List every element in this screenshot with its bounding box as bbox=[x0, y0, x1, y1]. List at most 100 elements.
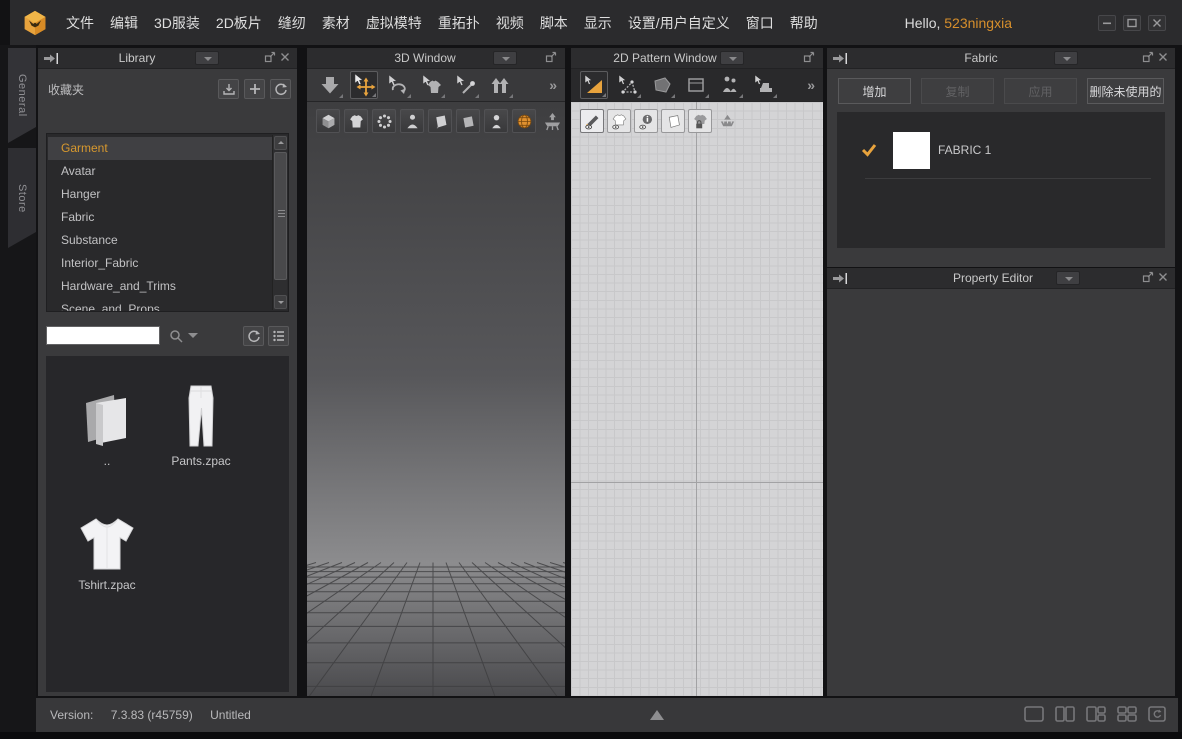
undock-icon[interactable] bbox=[1142, 271, 1156, 285]
dock-arrow-icon[interactable] bbox=[832, 52, 848, 65]
dock-arrow-icon[interactable] bbox=[832, 272, 848, 285]
undock-icon[interactable] bbox=[264, 51, 278, 65]
layout-quad-icon[interactable] bbox=[1117, 706, 1137, 722]
arrangement-board-icon[interactable] bbox=[540, 109, 564, 133]
apply-fabric-button[interactable]: 应用 bbox=[1004, 78, 1077, 104]
show-garment-toggle[interactable] bbox=[344, 109, 368, 133]
search-input[interactable] bbox=[46, 326, 160, 345]
list-item-fabric[interactable]: Fabric bbox=[48, 206, 272, 229]
select-rotate-tool[interactable] bbox=[384, 71, 412, 99]
show-particle-distance-toggle[interactable] bbox=[372, 109, 396, 133]
file-item-tshirt[interactable]: Tshirt.zpac bbox=[60, 506, 154, 592]
list-item-scene-and-props[interactable]: Scene_and_Props bbox=[48, 298, 272, 311]
menu-retopology[interactable]: 重拓扑 bbox=[430, 7, 488, 39]
dock-arrow-icon[interactable] bbox=[43, 52, 59, 65]
menu-display[interactable]: 显示 bbox=[576, 7, 620, 39]
minimize-button[interactable] bbox=[1098, 15, 1116, 31]
show-cloth-front-toggle[interactable] bbox=[428, 109, 452, 133]
delete-unused-fabric-button[interactable]: 删除未使用的 bbox=[1087, 78, 1164, 104]
show-textured-surface-toggle[interactable] bbox=[316, 109, 340, 133]
menu-settings[interactable]: 设置/用户自定义 bbox=[620, 7, 738, 39]
menu-window[interactable]: 窗口 bbox=[738, 7, 782, 39]
close-panel-icon[interactable] bbox=[1157, 51, 1171, 65]
import-favorite-button[interactable] bbox=[218, 79, 239, 99]
file-item-parent-folder[interactable]: .. bbox=[60, 382, 154, 468]
list-item-substance[interactable]: Substance bbox=[48, 229, 272, 252]
menu-video[interactable]: 视频 bbox=[488, 7, 532, 39]
search-icon[interactable] bbox=[168, 328, 184, 344]
menu-avatar[interactable]: 虚拟模特 bbox=[358, 7, 430, 39]
move-garment-tool[interactable] bbox=[418, 71, 446, 99]
fabric-list-item[interactable]: FABRIC 1 bbox=[837, 130, 1165, 174]
close-window-button[interactable] bbox=[1148, 15, 1166, 31]
show-ruler-icon[interactable] bbox=[715, 109, 739, 133]
list-item-garment[interactable]: Garment bbox=[48, 137, 272, 160]
show-cloth-back-toggle[interactable] bbox=[456, 109, 480, 133]
file-item-pants[interactable]: Pants.zpac bbox=[154, 382, 248, 468]
lock-pattern-toggle[interactable] bbox=[688, 109, 712, 133]
layout-mixed-icon[interactable] bbox=[1086, 706, 1106, 722]
scroll-up-icon[interactable] bbox=[274, 136, 287, 150]
show-avatar-silhouette-tool[interactable] bbox=[716, 71, 744, 99]
refresh-library-button[interactable] bbox=[243, 326, 264, 346]
show-avatar-toggle[interactable] bbox=[400, 109, 424, 133]
2d-pattern-canvas[interactable] bbox=[571, 102, 823, 696]
show-pattern-toggle[interactable] bbox=[661, 109, 685, 133]
undock-icon[interactable] bbox=[803, 51, 817, 65]
list-view-button[interactable] bbox=[268, 326, 289, 346]
undock-icon[interactable] bbox=[545, 51, 559, 65]
layout-reset-icon[interactable] bbox=[1148, 706, 1166, 722]
favorites-scrollbar[interactable] bbox=[272, 135, 287, 310]
sewing-machine-tool[interactable] bbox=[750, 71, 778, 99]
fabric-swatch[interactable] bbox=[893, 132, 930, 169]
transform-pattern-tool[interactable] bbox=[580, 71, 608, 99]
copy-fabric-button[interactable]: 复制 bbox=[921, 78, 994, 104]
fabric-menu-dropdown[interactable] bbox=[1054, 51, 1078, 65]
property-editor-menu-dropdown[interactable] bbox=[1056, 271, 1080, 285]
scrollbar-thumb[interactable] bbox=[274, 152, 287, 280]
select-move-tool[interactable] bbox=[350, 71, 378, 99]
list-item-hanger[interactable]: Hanger bbox=[48, 183, 272, 206]
tab-store[interactable]: Store bbox=[8, 148, 36, 248]
simulate-tool[interactable] bbox=[316, 71, 344, 99]
show-pattern-info-toggle[interactable] bbox=[634, 109, 658, 133]
2d-pattern-menu-dropdown[interactable] bbox=[720, 51, 744, 65]
edit-pattern-tool[interactable] bbox=[614, 71, 642, 99]
expand-statusbar-icon[interactable] bbox=[650, 710, 664, 720]
3d-viewport[interactable] bbox=[307, 102, 565, 696]
menu-script[interactable]: 脚本 bbox=[532, 7, 576, 39]
search-options-dropdown-icon[interactable] bbox=[188, 333, 198, 343]
user-greeting[interactable]: Hello, 523ningxia bbox=[905, 15, 1012, 31]
tab-general[interactable]: General bbox=[8, 48, 36, 143]
maximize-button[interactable] bbox=[1123, 15, 1141, 31]
show-map-toggle[interactable] bbox=[512, 109, 536, 133]
menu-file[interactable]: 文件 bbox=[58, 7, 102, 39]
library-menu-dropdown[interactable] bbox=[195, 51, 219, 65]
menu-3d-garment[interactable]: 3D服装 bbox=[146, 7, 208, 39]
close-panel-icon[interactable] bbox=[279, 51, 293, 65]
add-fabric-button[interactable]: 增加 bbox=[838, 78, 911, 104]
list-item-hardware-and-trims[interactable]: Hardware_and_Trims bbox=[48, 275, 272, 298]
list-item-interior-fabric[interactable]: Interior_Fabric bbox=[48, 252, 272, 275]
show-garment-2d-toggle[interactable] bbox=[607, 109, 631, 133]
3d-window-menu-dropdown[interactable] bbox=[493, 51, 517, 65]
menu-2d-pattern[interactable]: 2D板片 bbox=[208, 7, 270, 39]
menu-edit[interactable]: 编辑 bbox=[102, 7, 146, 39]
menu-material[interactable]: 素材 bbox=[314, 7, 358, 39]
trace-tool[interactable] bbox=[682, 71, 710, 99]
menu-help[interactable]: 帮助 bbox=[782, 7, 826, 39]
more-tools-icon[interactable]: » bbox=[549, 77, 557, 93]
list-item-avatar[interactable]: Avatar bbox=[48, 160, 272, 183]
create-polygon-tool[interactable] bbox=[648, 71, 676, 99]
fold-arrangement-tool[interactable] bbox=[486, 71, 514, 99]
checkmark-icon[interactable] bbox=[861, 143, 877, 157]
show-sketch-toggle[interactable] bbox=[580, 109, 604, 133]
layout-single-icon[interactable] bbox=[1024, 706, 1044, 722]
refresh-favorites-button[interactable] bbox=[270, 79, 291, 99]
layout-two-icon[interactable] bbox=[1055, 706, 1075, 722]
add-favorite-button[interactable] bbox=[244, 79, 265, 99]
menu-sewing[interactable]: 缝纫 bbox=[270, 7, 314, 39]
close-panel-icon[interactable] bbox=[1157, 271, 1171, 285]
pin-tool[interactable] bbox=[452, 71, 480, 99]
undock-icon[interactable] bbox=[1142, 51, 1156, 65]
